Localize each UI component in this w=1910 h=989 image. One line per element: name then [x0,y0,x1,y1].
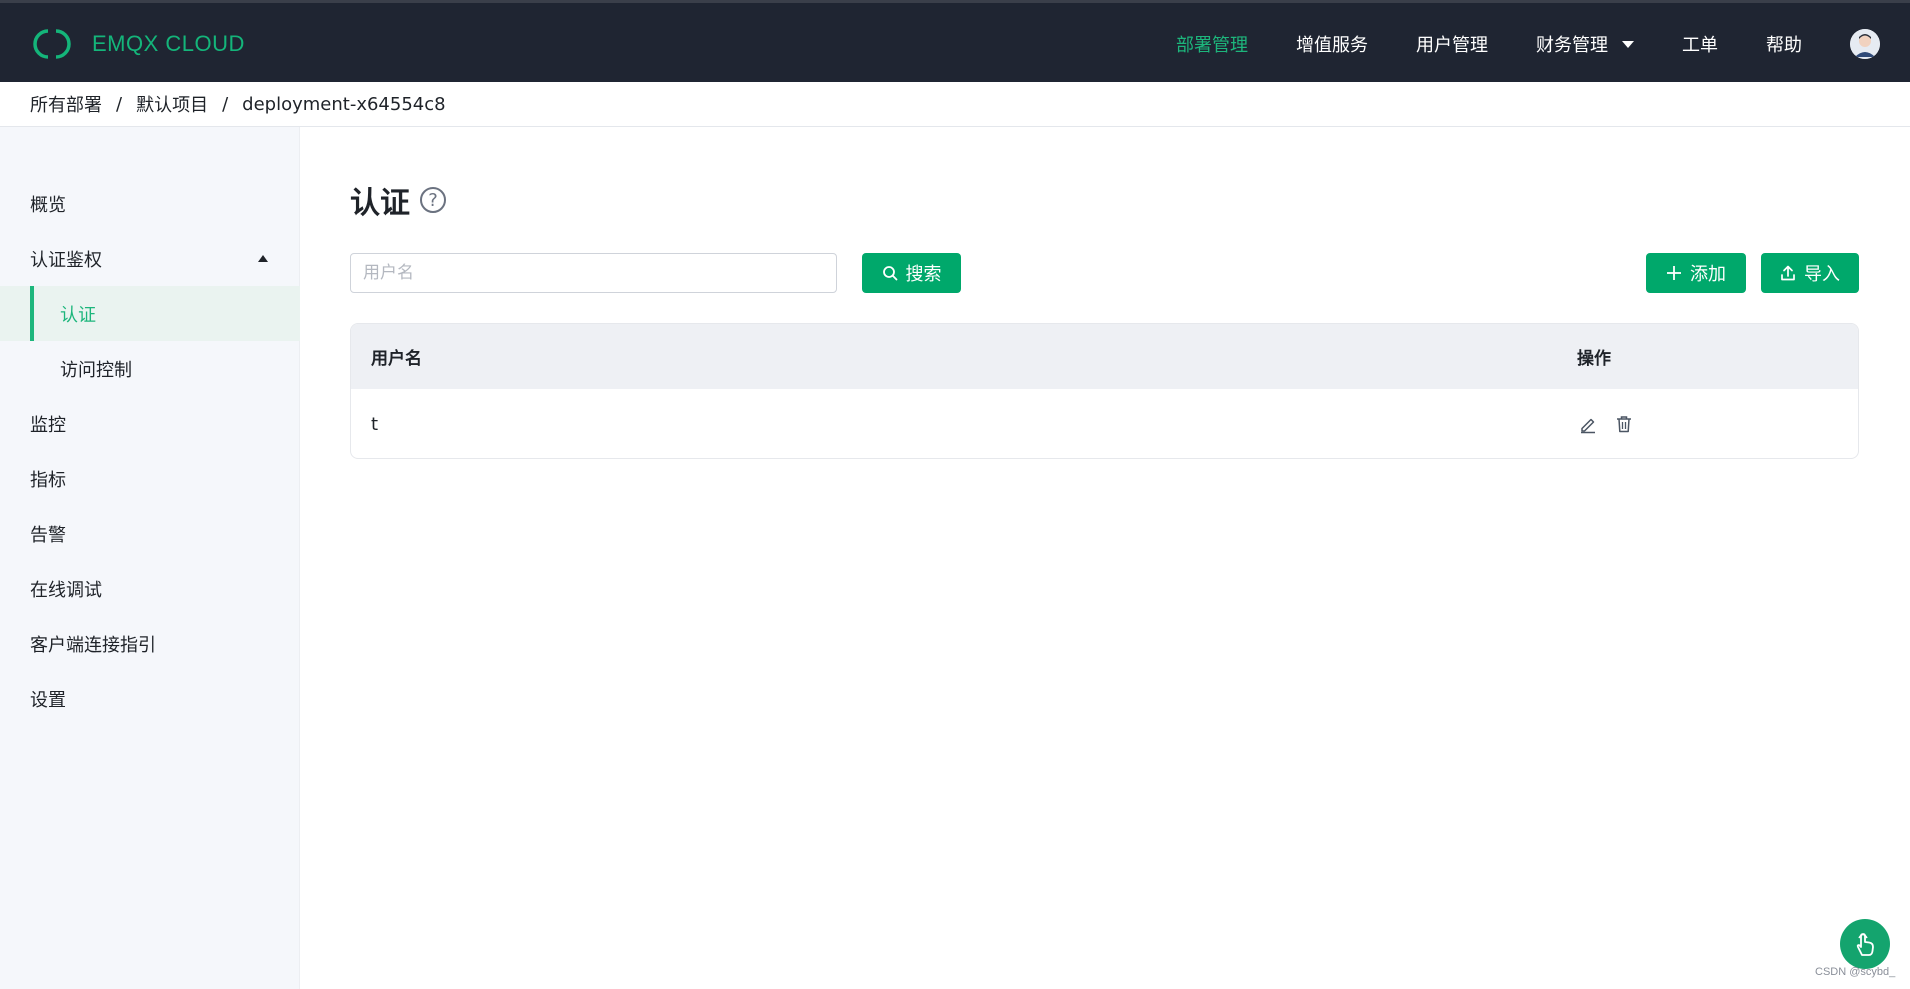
breadcrumb-separator: / [116,93,123,115]
brand-logo[interactable]: EMQX CLOUD [28,27,245,61]
top-navbar: EMQX CLOUD 部署管理 增值服务 用户管理 财务管理 工单 帮助 [0,0,1910,82]
add-button[interactable]: 添加 [1646,253,1746,293]
breadcrumb-item-all-deployments[interactable]: 所有部署 [30,91,102,117]
cell-actions [1577,389,1635,458]
nav-item-finance[interactable]: 财务管理 [1536,31,1634,57]
nav-item-help[interactable]: 帮助 [1766,31,1802,57]
column-header-actions: 操作 [1577,349,1611,369]
add-button-label: 添加 [1690,264,1726,285]
nav-item-value-added[interactable]: 增值服务 [1296,31,1368,57]
nav-item-deployments[interactable]: 部署管理 [1176,31,1248,57]
brand-name: EMQX CLOUD [92,31,245,56]
search-icon [882,266,897,281]
sidebar-item-auth-group[interactable]: 认证鉴权 [0,231,300,286]
nav-item-tickets[interactable]: 工单 [1682,31,1718,57]
nav-item-users[interactable]: 用户管理 [1416,31,1488,57]
cell-username: t [371,413,379,435]
search-button[interactable]: 搜索 [862,253,961,293]
floating-help-button[interactable] [1840,919,1890,969]
import-button[interactable]: 导入 [1761,253,1859,293]
column-header-username: 用户名 [371,349,422,369]
sidebar: 概览 认证鉴权 认证 访问控制 监控 指标 告警 在线调试 客户端连接指引 设置 [0,127,300,989]
sidebar-item-monitoring[interactable]: 监控 [0,396,300,451]
emqx-logo-icon [33,29,71,59]
page-title-text: 认证 [350,186,410,221]
sidebar-item-online-debug[interactable]: 在线调试 [0,561,300,616]
search-button-label: 搜索 [905,264,942,285]
avatar-icon [1850,29,1880,59]
sidebar-item-overview[interactable]: 概览 [0,176,300,231]
breadcrumb-separator: / [222,93,229,115]
sidebar-item-settings[interactable]: 设置 [0,671,300,726]
chevron-up-icon [258,255,268,262]
username-search-input[interactable] [350,253,837,293]
breadcrumb: 所有部署 / 默认项目 / deployment-x64554c8 [0,82,1910,127]
delete-icon[interactable] [1613,413,1635,435]
sidebar-item-access-control[interactable]: 访问控制 [0,341,300,396]
sidebar-item-label: 认证鉴权 [30,249,102,271]
edit-icon[interactable] [1577,413,1599,435]
users-table: 用户名 操作 t [350,323,1859,459]
pointer-hand-icon [1856,933,1874,956]
question-circle-icon[interactable]: ? [420,187,446,213]
import-button-label: 导入 [1804,264,1840,285]
sidebar-item-authentication[interactable]: 认证 [0,286,300,341]
sidebar-item-client-guide[interactable]: 客户端连接指引 [0,616,300,671]
page-title: 认证 ? [350,178,446,222]
sidebar-item-metrics[interactable]: 指标 [0,451,300,506]
chevron-down-icon [1622,40,1634,48]
table-header: 用户名 操作 [351,324,1858,389]
user-avatar[interactable] [1850,29,1880,59]
nav-item-finance-label: 财务管理 [1536,35,1608,56]
main-nav: 部署管理 增值服务 用户管理 财务管理 工单 帮助 [1128,3,1910,85]
plus-icon [1667,266,1681,280]
watermark: CSDN @scybd_ [1815,966,1896,978]
breadcrumb-item-deployment: deployment-x64554c8 [242,93,446,115]
breadcrumb-item-project[interactable]: 默认项目 [136,91,208,117]
upload-icon [1781,265,1795,281]
table-row: t [351,389,1858,458]
sidebar-item-alerts[interactable]: 告警 [0,506,300,561]
